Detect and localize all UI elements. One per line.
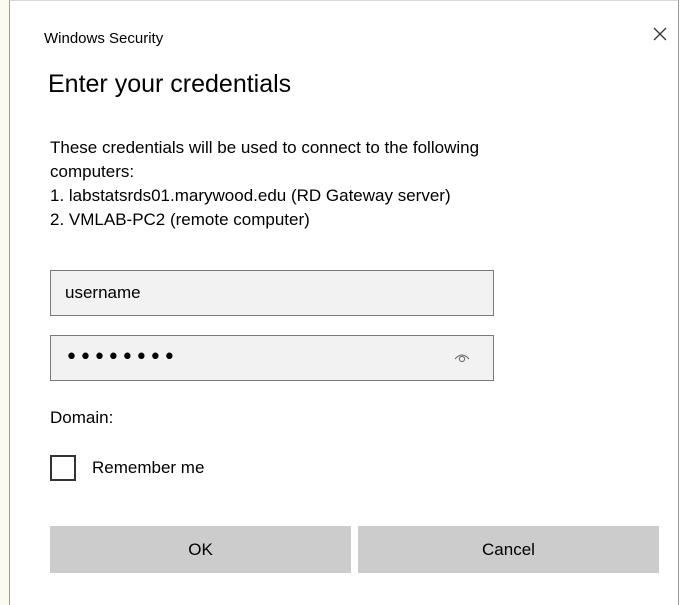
remember-me-checkbox[interactable]: Remember me <box>50 455 204 481</box>
dialog-heading: Enter your credentials <box>48 70 292 98</box>
password-field[interactable]: •••••••• <box>50 335 494 381</box>
checkbox-box[interactable] <box>50 455 76 481</box>
ok-button[interactable]: OK <box>50 526 351 573</box>
dialog-description: These credentials will be used to connec… <box>50 136 610 232</box>
description-line: These credentials will be used to connec… <box>50 138 480 157</box>
close-icon <box>652 26 668 47</box>
username-value: username <box>65 283 141 302</box>
cancel-button[interactable]: Cancel <box>358 526 659 573</box>
username-field[interactable]: username <box>50 270 494 316</box>
window-title: Windows Security <box>44 30 164 47</box>
domain-label: Domain: <box>50 408 114 427</box>
description-line: 1. labstatsrds01.marywood.edu (RD Gatewa… <box>50 186 451 205</box>
remember-me-label: Remember me <box>92 458 205 477</box>
reveal-password-button[interactable] <box>453 351 471 365</box>
background-edge <box>0 0 9 605</box>
eye-icon <box>454 348 470 368</box>
description-line: computers: <box>50 162 135 181</box>
description-line: 2. VMLAB-PC2 (remote computer) <box>50 210 310 229</box>
close-button[interactable] <box>648 24 672 48</box>
password-value: •••••••• <box>65 345 177 370</box>
